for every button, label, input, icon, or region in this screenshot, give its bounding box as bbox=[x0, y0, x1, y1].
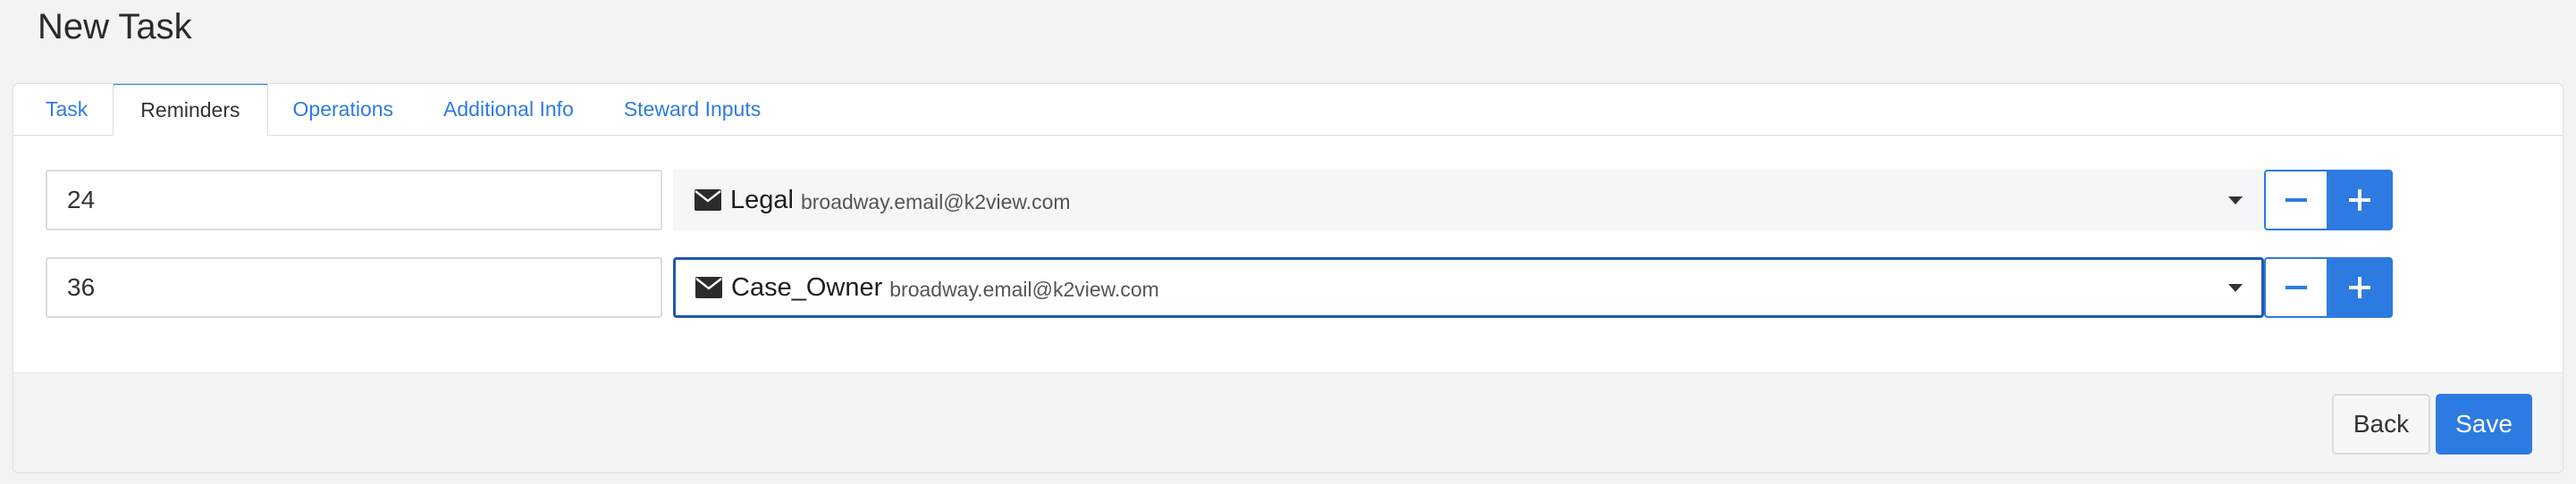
plus-icon bbox=[2349, 189, 2370, 211]
add-reminder-button[interactable] bbox=[2327, 170, 2393, 230]
tab-operations[interactable]: Operations bbox=[268, 84, 419, 135]
tab-steward-inputs[interactable]: Steward Inputs bbox=[599, 84, 786, 135]
reminder-row: Case_Owner broadway.email@k2view.com bbox=[13, 257, 2563, 318]
tab-reminders[interactable]: Reminders bbox=[113, 84, 268, 136]
recipient-email: broadway.email@k2view.com bbox=[800, 189, 1071, 213]
envelope-icon bbox=[695, 277, 722, 298]
tab-bar: Task Reminders Operations Additional Inf… bbox=[13, 84, 2563, 136]
reminder-row: Legal broadway.email@k2view.com bbox=[13, 170, 2563, 230]
back-button[interactable]: Back bbox=[2332, 394, 2430, 455]
reminder-hours-input[interactable] bbox=[46, 257, 662, 318]
remove-reminder-button[interactable] bbox=[2264, 257, 2328, 318]
reminder-hours-input[interactable] bbox=[46, 170, 662, 230]
caret-down-icon bbox=[2228, 284, 2243, 292]
recipient-name: Case_Owner bbox=[731, 272, 883, 302]
minus-icon bbox=[2286, 286, 2307, 289]
add-reminder-button[interactable] bbox=[2327, 257, 2393, 318]
minus-icon bbox=[2286, 198, 2307, 202]
save-button[interactable]: Save bbox=[2436, 394, 2532, 455]
recipient-select[interactable]: Legal broadway.email@k2view.com bbox=[673, 170, 2264, 230]
envelope-icon bbox=[695, 189, 721, 211]
tab-task[interactable]: Task bbox=[21, 84, 113, 135]
plus-icon bbox=[2349, 277, 2370, 298]
remove-reminder-button[interactable] bbox=[2264, 170, 2328, 230]
recipient-select[interactable]: Case_Owner broadway.email@k2view.com bbox=[673, 257, 2264, 318]
card-footer: Back Save bbox=[13, 372, 2563, 472]
caret-down-icon bbox=[2228, 196, 2243, 204]
recipient-email: broadway.email@k2view.com bbox=[889, 277, 1159, 301]
page-title: New Task bbox=[38, 7, 192, 46]
recipient-name: Legal bbox=[730, 185, 794, 214]
tab-additional-info[interactable]: Additional Info bbox=[418, 84, 599, 135]
task-card: Task Reminders Operations Additional Inf… bbox=[13, 83, 2563, 473]
